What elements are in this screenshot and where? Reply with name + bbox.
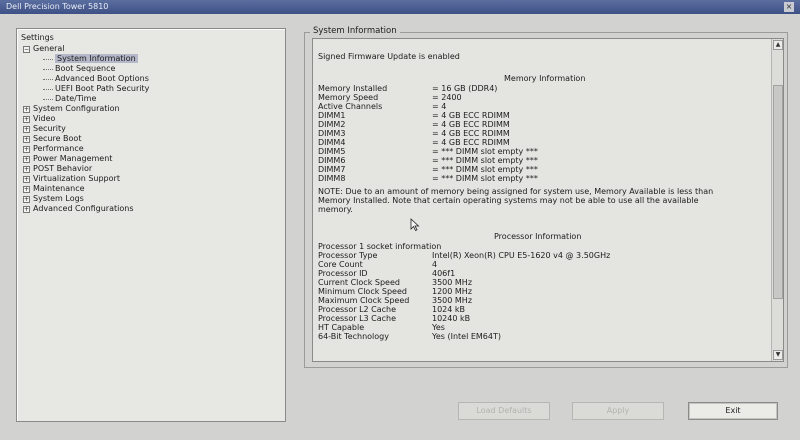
mouse-cursor-icon	[410, 218, 420, 232]
window-titlebar: Dell Precision Tower 5810 ×	[0, 0, 800, 14]
expand-icon[interactable]: +	[23, 116, 30, 123]
processor-value: Intel(R) Xeon(R) CPU E5-1620 v4 @ 3.50GH…	[432, 251, 611, 260]
memory-label: DIMM4	[318, 138, 346, 147]
scroll-down-icon[interactable]: ▼	[773, 350, 783, 360]
window-title: Dell Precision Tower 5810	[6, 2, 109, 11]
tree-item-performance[interactable]: + Performance	[21, 144, 285, 154]
tree-item-advanced-configurations[interactable]: + Advanced Configurations	[21, 204, 285, 214]
expand-icon[interactable]: +	[23, 156, 30, 163]
processor-label: Processor ID	[318, 269, 368, 278]
memory-value: = *** DIMM slot empty ***	[432, 174, 538, 183]
tree-item-system-information[interactable]: System Information	[21, 54, 285, 64]
processor-label: Processor L2 Cache	[318, 305, 397, 314]
processor-label: Processor Type	[318, 251, 378, 260]
processor-label: Maximum Clock Speed	[318, 296, 410, 305]
expand-icon[interactable]: +	[23, 146, 30, 153]
processor-value: 3500 MHz	[432, 278, 473, 287]
memory-value: = 4 GB ECC RDIMM	[432, 138, 510, 147]
tree-item-uefi-boot-path-security[interactable]: UEFI Boot Path Security	[21, 84, 285, 94]
tree-item-video[interactable]: + Video	[21, 114, 285, 124]
tree-item-advanced-boot-options[interactable]: Advanced Boot Options	[21, 74, 285, 84]
processor-label: Minimum Clock Speed	[318, 287, 407, 296]
expand-icon[interactable]: +	[23, 106, 30, 113]
tree-item-date-time[interactable]: Date/Time	[21, 94, 285, 104]
memory-header: Memory Information	[504, 74, 586, 83]
processor-value: 3500 MHz	[432, 296, 473, 305]
tree-root-settings: Settings	[21, 33, 54, 42]
tree-item-post-behavior[interactable]: + POST Behavior	[21, 164, 285, 174]
close-icon[interactable]: ×	[784, 2, 794, 12]
memory-label: DIMM3	[318, 129, 346, 138]
firmware-status: Signed Firmware Update is enabled	[318, 52, 460, 61]
memory-value: = *** DIMM slot empty ***	[432, 165, 538, 174]
apply-button[interactable]: Apply	[572, 402, 664, 420]
scrollbar-thumb[interactable]	[773, 85, 783, 299]
processor-value: Yes	[432, 323, 445, 332]
memory-label: DIMM6	[318, 156, 346, 165]
tree-item-system-configuration[interactable]: + System Configuration	[21, 104, 285, 114]
settings-tree: − General System Information Boot Sequenc…	[21, 44, 285, 214]
processor-label: 64-Bit Technology	[318, 332, 389, 341]
tree-item-virtualization-support[interactable]: + Virtualization Support	[21, 174, 285, 184]
memory-label: Active Channels	[318, 102, 383, 111]
tree-item-system-logs[interactable]: + System Logs	[21, 194, 285, 204]
processor-label: HT Capable	[318, 323, 365, 332]
memory-label: DIMM1	[318, 111, 346, 120]
collapse-icon[interactable]: −	[23, 46, 30, 53]
settings-tree-panel: Settings − General System Information Boo…	[16, 28, 286, 422]
processor-value: Yes (Intel EM64T)	[432, 332, 501, 341]
memory-value: = 4	[432, 102, 447, 111]
exit-button[interactable]: Exit	[688, 402, 778, 420]
memory-label: DIMM7	[318, 165, 346, 174]
processor-value: 10240 kB	[432, 314, 471, 323]
expand-icon[interactable]: +	[23, 176, 30, 183]
tree-item-security[interactable]: + Security	[21, 124, 285, 134]
tree-item-maintenance[interactable]: + Maintenance	[21, 184, 285, 194]
expand-icon[interactable]: +	[23, 126, 30, 133]
memory-value: = 16 GB (DDR4)	[432, 84, 498, 93]
processor-label: Current Clock Speed	[318, 278, 400, 287]
memory-label: DIMM2	[318, 120, 346, 129]
processor-header: Processor Information	[494, 232, 582, 241]
memory-value: = 4 GB ECC RDIMM	[432, 111, 510, 120]
processor-label: Processor L3 Cache	[318, 314, 397, 323]
tree-item-secure-boot[interactable]: + Secure Boot	[21, 134, 285, 144]
memory-value: = 2400	[432, 93, 462, 102]
memory-value: = *** DIMM slot empty ***	[432, 147, 538, 156]
memory-label: DIMM5	[318, 147, 346, 156]
expand-icon[interactable]: +	[23, 186, 30, 193]
tree-item-general[interactable]: − General	[21, 44, 285, 54]
expand-icon[interactable]: +	[23, 166, 30, 173]
tree-item-boot-sequence[interactable]: Boot Sequence	[21, 64, 285, 74]
expand-icon[interactable]: +	[23, 196, 30, 203]
memory-label: DIMM8	[318, 174, 346, 183]
system-information-textbox[interactable]: Signed Firmware Update is enabled Memory…	[312, 38, 784, 362]
memory-label: Memory Speed	[318, 93, 379, 102]
memory-label: Memory Installed	[318, 84, 388, 93]
processor-value: 406f1	[432, 269, 456, 278]
memory-note: NOTE: Due to an amount of memory being a…	[318, 187, 714, 214]
processor-label: Core Count	[318, 260, 363, 269]
memory-value: = 4 GB ECC RDIMM	[432, 120, 510, 129]
tree-item-power-management[interactable]: + Power Management	[21, 154, 285, 164]
group-title: System Information	[310, 26, 400, 36]
processor-value: 1200 MHz	[432, 287, 473, 296]
expand-icon[interactable]: +	[23, 206, 30, 213]
scroll-up-icon[interactable]: ▲	[773, 40, 783, 50]
memory-value: = *** DIMM slot empty ***	[432, 156, 538, 165]
processor-value: 4	[432, 260, 438, 269]
load-defaults-button[interactable]: Load Defaults	[458, 402, 550, 420]
vertical-scrollbar[interactable]: ▲ ▼	[771, 39, 783, 361]
memory-value: = 4 GB ECC RDIMM	[432, 129, 510, 138]
processor-value: 1024 kB	[432, 305, 466, 314]
expand-icon[interactable]: +	[23, 136, 30, 143]
processor-label: Processor 1 socket information	[318, 242, 442, 251]
